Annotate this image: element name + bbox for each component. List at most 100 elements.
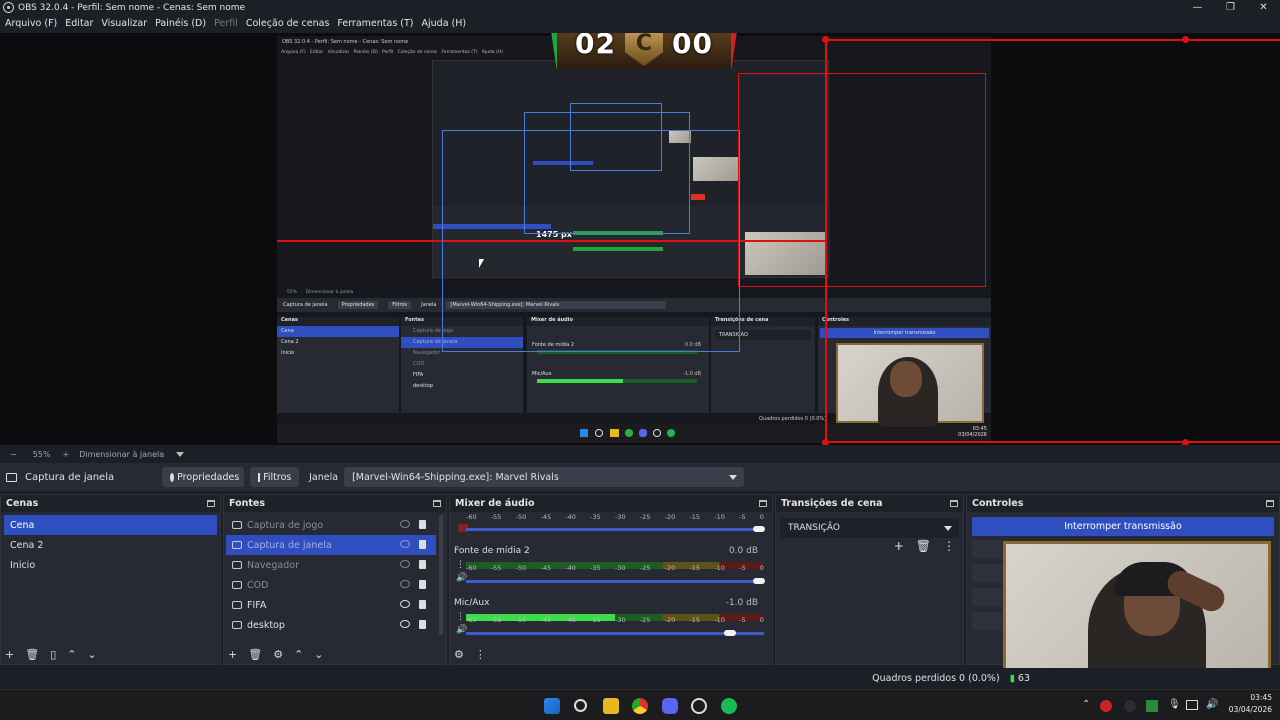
- resize-handle[interactable]: [822, 36, 829, 43]
- spotify-icon[interactable]: [721, 698, 737, 714]
- resize-handle[interactable]: [822, 439, 829, 445]
- mixer-menu-icon[interactable]: ⋮: [475, 648, 486, 661]
- stop-streaming-button[interactable]: Interromper transmissão: [972, 517, 1274, 536]
- remove-transition-icon[interactable]: 🗑: [916, 539, 931, 553]
- move-down-icon[interactable]: ⌄: [87, 648, 96, 661]
- filters-button[interactable]: Filtros: [250, 467, 300, 487]
- source-item[interactable]: desktop: [226, 615, 436, 635]
- resize-handle[interactable]: [1182, 439, 1189, 445]
- menu-colecao-cenas[interactable]: Coleção de cenas: [246, 18, 330, 29]
- zoom-out-button[interactable]: −: [10, 450, 17, 459]
- zoom-in-button[interactable]: +: [62, 450, 69, 459]
- volume-knob[interactable]: [724, 630, 736, 636]
- source-bounding-box[interactable]: [570, 103, 662, 171]
- close-button[interactable]: ✕: [1247, 0, 1280, 15]
- visibility-icon[interactable]: [400, 520, 410, 528]
- menu-visualizar[interactable]: Visualizar: [101, 18, 147, 29]
- visibility-icon[interactable]: [400, 560, 410, 568]
- lock-icon[interactable]: [419, 540, 426, 549]
- menu-ajuda[interactable]: Ajuda (H): [422, 18, 467, 29]
- properties-button[interactable]: Propriedades: [162, 467, 245, 487]
- volume-slider[interactable]: [466, 630, 764, 636]
- minimize-button[interactable]: —: [1181, 0, 1214, 15]
- source-properties-icon[interactable]: ⚙: [273, 648, 283, 661]
- scene-item[interactable]: Inicio: [4, 555, 217, 575]
- control-button[interactable]: [972, 540, 1002, 558]
- lock-icon[interactable]: [419, 520, 426, 529]
- search-icon[interactable]: [574, 699, 587, 712]
- visibility-icon[interactable]: [400, 600, 410, 608]
- menu-arquivo[interactable]: Arquivo (F): [5, 18, 57, 29]
- discord-icon[interactable]: [662, 698, 678, 714]
- remove-scene-icon[interactable]: 🗑: [25, 648, 39, 661]
- nested-title: OBS 32.0.4 - Perfil: Sem nome - Cenas: S…: [282, 39, 409, 45]
- source-bounding-box[interactable]: [738, 73, 986, 287]
- clock[interactable]: 03:45 03/04/2026: [1229, 692, 1272, 716]
- remove-source-icon[interactable]: 🗑: [248, 648, 262, 661]
- control-button[interactable]: [972, 564, 1002, 582]
- move-up-icon[interactable]: ⌃: [67, 648, 76, 661]
- menu-ferramentas[interactable]: Ferramentas (T): [337, 18, 413, 29]
- volume-slider[interactable]: [466, 526, 765, 532]
- visibility-icon[interactable]: [400, 540, 410, 548]
- fit-window-button[interactable]: Dimensionar à janela: [79, 450, 164, 459]
- scene-item[interactable]: Cena 2: [4, 535, 217, 555]
- tray-app-icon[interactable]: [1124, 700, 1136, 712]
- undock-icon[interactable]: [1266, 500, 1274, 507]
- channel-menu-icon[interactable]: ⋮: [456, 560, 465, 570]
- window-select[interactable]: [Marvel-Win64-Shipping.exe]: Marvel Riva…: [344, 467, 745, 487]
- control-button[interactable]: [972, 588, 1002, 606]
- network-icon[interactable]: [1186, 700, 1198, 710]
- add-transition-button[interactable]: +: [894, 539, 904, 553]
- volume-knob[interactable]: [753, 578, 765, 584]
- scrollbar[interactable]: [439, 515, 443, 635]
- add-source-button[interactable]: +: [228, 648, 237, 661]
- channel-menu-icon[interactable]: ⋮: [456, 612, 465, 622]
- volume-slider[interactable]: [466, 578, 765, 584]
- transition-select[interactable]: TRANSIÇÃO: [780, 518, 959, 538]
- preview-canvas[interactable]: OBS 32.0.4 - Perfil: Sem nome - Cenas: S…: [0, 33, 1280, 445]
- undock-icon[interactable]: [207, 500, 215, 507]
- menu-perfil[interactable]: Perfil: [214, 18, 238, 29]
- move-up-icon[interactable]: ⌃: [294, 648, 303, 661]
- menu-editar[interactable]: Editar: [65, 18, 93, 29]
- source-item[interactable]: Captura de janela: [226, 535, 436, 555]
- obs-icon[interactable]: [691, 698, 707, 714]
- tray-app-icon[interactable]: [1146, 700, 1158, 712]
- browser-icon: [232, 561, 242, 569]
- add-scene-button[interactable]: +: [5, 648, 14, 661]
- control-button[interactable]: [972, 612, 1002, 630]
- scene-filters-icon[interactable]: ▯: [50, 648, 56, 661]
- volume-knob[interactable]: [753, 526, 765, 532]
- source-item[interactable]: COD: [226, 575, 436, 595]
- source-item[interactable]: Captura de jogo: [226, 515, 436, 535]
- windows-start-icon[interactable]: [544, 698, 560, 714]
- file-explorer-icon[interactable]: [603, 698, 619, 714]
- lock-icon[interactable]: [419, 580, 426, 589]
- visibility-icon[interactable]: [400, 580, 410, 588]
- tray-app-icon[interactable]: [1100, 700, 1112, 712]
- scene-item[interactable]: Cena: [4, 515, 217, 535]
- maximize-button[interactable]: ❐: [1214, 0, 1247, 15]
- source-item[interactable]: FIFA: [226, 595, 436, 615]
- undock-icon[interactable]: [433, 500, 441, 507]
- zoom-dropdown-icon[interactable]: [176, 451, 185, 461]
- move-down-icon[interactable]: ⌄: [314, 648, 323, 661]
- microphone-icon[interactable]: 🎙: [1168, 699, 1181, 710]
- chrome-icon[interactable]: [632, 698, 648, 714]
- lock-icon[interactable]: [419, 560, 426, 569]
- volume-icon[interactable]: 🔊: [1206, 699, 1218, 710]
- advanced-audio-icon[interactable]: ⚙: [454, 648, 464, 661]
- lock-icon[interactable]: [419, 600, 426, 609]
- tray-chevron-icon[interactable]: ⌃: [1082, 699, 1090, 710]
- window-capture-icon: [232, 541, 242, 549]
- transition-menu-icon[interactable]: ⋮: [943, 539, 955, 553]
- scene-transitions-dock: Transições de cena TRANSIÇÃO + 🗑 ⋮: [775, 494, 964, 665]
- lock-icon[interactable]: [419, 620, 426, 629]
- menu-paineis[interactable]: Painéis (D): [155, 18, 206, 29]
- undock-icon[interactable]: [759, 500, 767, 507]
- resize-handle[interactable]: [1182, 36, 1189, 43]
- visibility-icon[interactable]: [400, 620, 410, 628]
- undock-icon[interactable]: [950, 500, 958, 507]
- source-item[interactable]: Navegador: [226, 555, 436, 575]
